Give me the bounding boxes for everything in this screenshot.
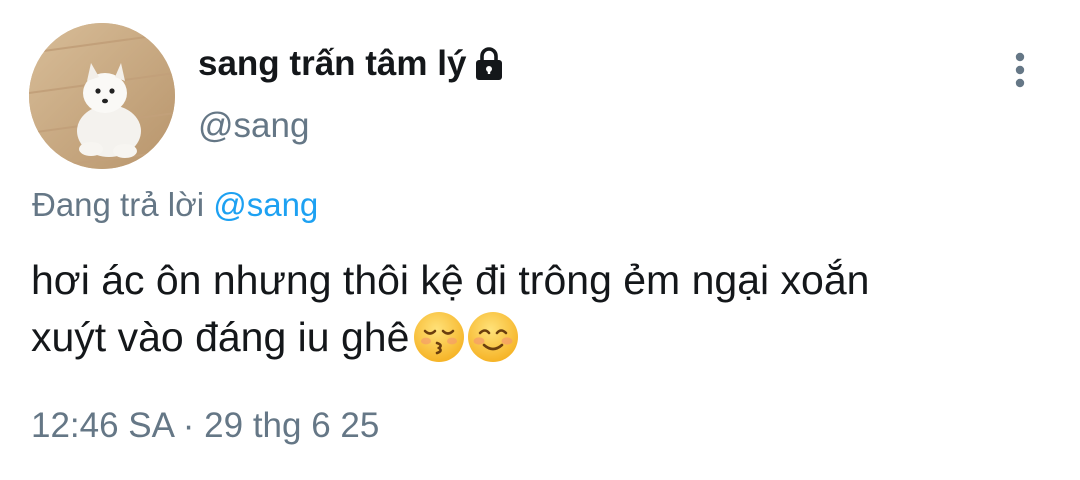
display-name-row[interactable]: sang trấn tâm lý — [198, 40, 504, 88]
user-handle[interactable]: @sang — [198, 106, 309, 146]
tweet-detail: sang trấn tâm lý @sang Đang trả lời @san… — [0, 0, 1080, 480]
more-options-button[interactable] — [1000, 48, 1040, 92]
avatar[interactable] — [29, 23, 175, 169]
tweet-text: hơi ác ôn nhưng thôi kệ đi trông ẻm ngại… — [31, 252, 1071, 366]
replying-to-label: Đang trả lời — [32, 186, 205, 223]
lock-icon — [476, 47, 503, 80]
tweet-text-line-2-text: xuýt vào đáng iu ghê — [31, 314, 410, 360]
replying-to: Đang trả lời @sang — [32, 186, 318, 224]
tweet-text-line-2: xuýt vào đáng iu ghê — [31, 309, 1071, 366]
smiling-face-icon — [468, 312, 519, 362]
more-vertical-icon — [1015, 52, 1025, 88]
puppy-avatar-image — [29, 23, 175, 169]
display-name[interactable]: sang trấn tâm lý — [198, 44, 466, 84]
tweet-timestamp[interactable]: 12:46 SA · 29 thg 6 25 — [31, 406, 379, 446]
reply-mention-link[interactable]: @sang — [213, 186, 318, 223]
kissing-face-closed-eyes-icon — [414, 312, 465, 362]
tweet-text-line-1: hơi ác ôn nhưng thôi kệ đi trông ẻm ngại… — [31, 257, 870, 303]
